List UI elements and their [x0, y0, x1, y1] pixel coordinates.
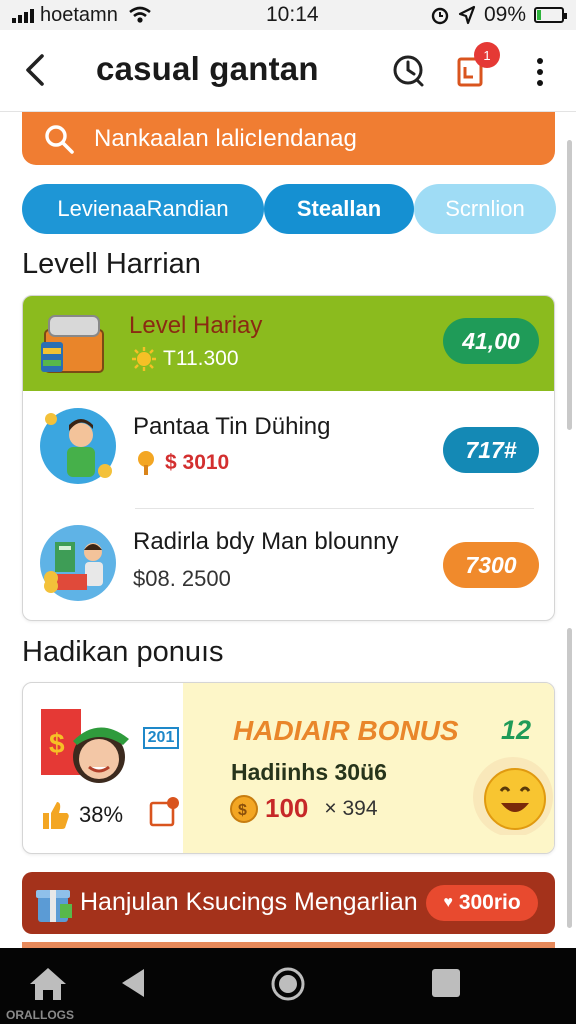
gift-box-icon	[36, 890, 72, 922]
battery-percent: 09%	[483, 3, 526, 26]
carrier-name: hoetamn	[40, 3, 118, 26]
clock-icon	[393, 55, 424, 87]
back-button[interactable]	[18, 50, 52, 90]
svg-text:$: $	[238, 802, 247, 819]
location-icon	[458, 5, 476, 25]
back-arrow-icon	[26, 54, 44, 86]
bonus-multiplier: × 394	[324, 796, 378, 820]
tab-other[interactable]: Scrnlion	[414, 184, 556, 234]
character-boy-icon	[40, 408, 116, 484]
signal-icon	[12, 7, 34, 23]
bonus-subheading: Hadiinhs 30ü6	[231, 759, 387, 785]
alarm-icon	[431, 7, 449, 25]
bonus-badge: 201	[143, 727, 179, 749]
bonus-section-title: Hadikan ponuıs	[22, 636, 224, 668]
banner-text: Hanjulan Ksucings Mengarlian	[80, 888, 418, 916]
item-reward-pill[interactable]: 7300	[443, 542, 539, 588]
promo-banner[interactable]: Hanjulan Ksucings Mengarlian ♥ 300rio	[22, 872, 555, 934]
system-nav-bar: ORALLOGS	[0, 948, 576, 1024]
nav-caption: ORALLOGS	[6, 1008, 74, 1022]
coin-icon: $	[230, 794, 258, 823]
share-icon[interactable]	[149, 795, 181, 829]
key-coin-icon	[138, 451, 154, 475]
bonus-amount: 100	[265, 793, 309, 823]
treasure-chest-icon	[41, 315, 104, 373]
status-left: hoetamn	[12, 4, 152, 27]
clock-time: 10:14	[266, 3, 319, 26]
banner-pill-label: 300rio	[458, 891, 521, 914]
svg-text:$: $	[49, 728, 65, 759]
smiley-face-icon	[473, 757, 553, 835]
history-button[interactable]	[390, 52, 426, 88]
banner-pill[interactable]: ♥ 300rio	[426, 885, 538, 921]
bonus-card[interactable]: $ 201 38% HADIAIR BONUS 12 Hadiinhs 30ü6…	[22, 682, 555, 854]
shop-cash-icon	[40, 525, 116, 601]
tab-active[interactable]: Steallan	[264, 184, 414, 234]
search-bar[interactable]	[22, 112, 555, 165]
scrollbar-thumb-lower[interactable]	[567, 628, 572, 928]
list-item[interactable]: Pantaa Tin Dühing $ 3010 717#	[23, 391, 554, 506]
sun-coin-icon	[132, 347, 156, 371]
bonus-corner-value: 12	[501, 715, 532, 745]
scrollbar-thumb-upper[interactable]	[567, 140, 572, 430]
more-options-button[interactable]	[530, 54, 550, 90]
app-header: casual gantan 1	[0, 30, 576, 112]
bonus-reward: $ 100 × 394	[229, 793, 378, 824]
nav-back-icon[interactable]	[118, 966, 148, 1000]
item-subtitle: T11.300	[131, 346, 239, 372]
level-list-card: Level Hariay T11.300 41,00 Pantaa Tin Dü…	[22, 295, 555, 621]
item-reward-pill[interactable]: 41,00	[443, 318, 539, 364]
tab-leaderboard[interactable]: LevienaaRandian	[22, 184, 264, 234]
notification-badge: 1	[474, 42, 500, 68]
search-icon	[45, 124, 74, 154]
item-reward-pill[interactable]: 717#	[443, 427, 539, 473]
tab-bar: LevienaaRandian Steallan Scrnlion	[22, 184, 556, 234]
like-stat: 38%	[39, 799, 123, 831]
nav-home-circle-icon[interactable]	[270, 966, 306, 1002]
girl-avatar-icon: $	[41, 709, 129, 783]
item-value: $08. 2500	[133, 566, 231, 591]
level-section-title: Levell Harrian	[22, 248, 201, 280]
list-item[interactable]: Radirla bdy Man blounny $08. 2500 7300	[23, 508, 554, 620]
search-input[interactable]	[94, 124, 514, 153]
status-right: 09%	[430, 3, 567, 27]
item-title: Level Hariay	[129, 312, 263, 339]
page-title: casual gantan	[96, 50, 319, 87]
status-bar: hoetamn 10:14 09%	[0, 0, 576, 30]
wifi-icon	[129, 6, 151, 23]
list-item[interactable]: Level Hariay T11.300 41,00	[23, 296, 554, 391]
item-title: Radirla bdy Man blounny	[133, 528, 399, 555]
item-value: $ 3010	[165, 451, 230, 474]
item-title: Pantaa Tin Dühing	[133, 413, 331, 440]
home-icon[interactable]	[28, 966, 68, 1002]
like-percent: 38%	[79, 802, 124, 827]
item-subtitle: $ 3010	[133, 449, 229, 477]
heart-icon: ♥	[443, 894, 453, 911]
thumbs-up-icon	[43, 802, 69, 829]
recent-apps-icon[interactable]	[432, 969, 460, 997]
item-value: T11.300	[163, 347, 239, 370]
battery-icon	[534, 7, 567, 23]
battery-level	[537, 10, 541, 20]
item-subtitle: $08. 2500	[133, 566, 231, 592]
bonus-heading: HADIAIR BONUS	[233, 715, 459, 746]
